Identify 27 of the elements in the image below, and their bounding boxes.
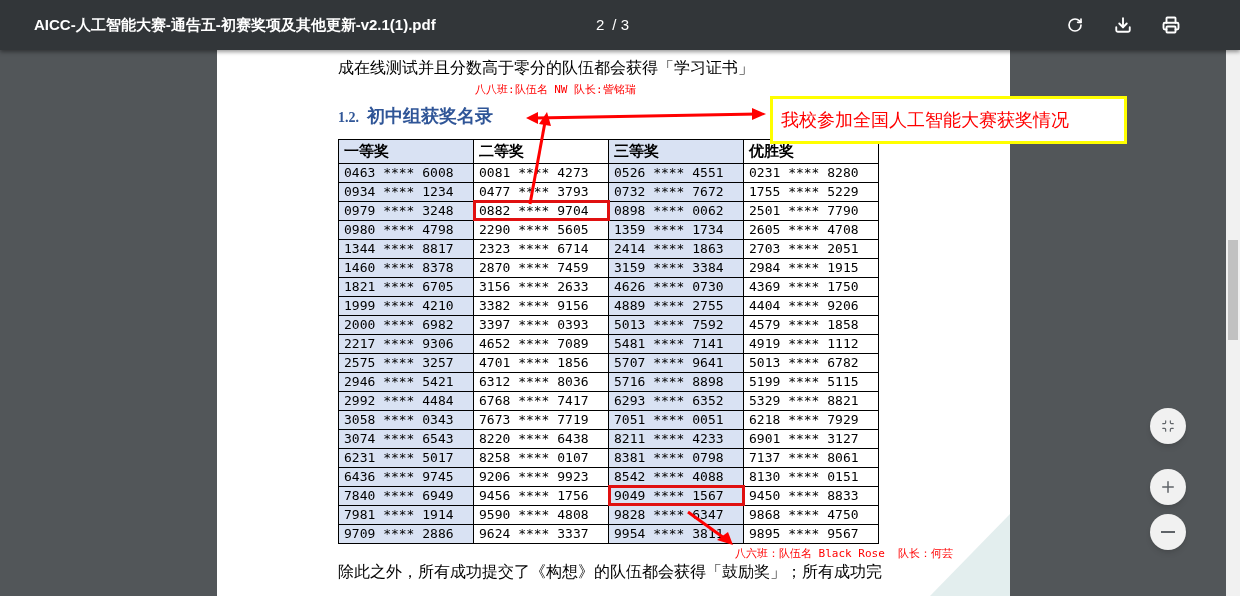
rotate-icon: [1067, 17, 1083, 33]
download-icon: [1114, 16, 1132, 34]
scrollbar-thumb[interactable]: [1228, 240, 1238, 340]
shrink-icon: [1161, 419, 1175, 433]
zoom-out-button[interactable]: [1150, 514, 1186, 550]
column-header: 一等奖: [338, 139, 474, 163]
page-total: / 3: [612, 14, 630, 35]
team-note: 八六班：队伍名 Black Rose 队长：何芸: [735, 546, 954, 562]
plus-icon: [1159, 478, 1177, 496]
column-header: 二等奖: [473, 139, 609, 163]
section-title: 初中组获奖名录: [367, 105, 493, 128]
callout-text: 我校参加全国人工智能大赛获奖情况: [781, 108, 1069, 132]
print-button[interactable]: [1160, 14, 1182, 36]
table-cell: 9049 **** 1567: [608, 486, 744, 505]
minus-icon: [1161, 531, 1175, 533]
page-number[interactable]: 2: [594, 13, 607, 37]
print-icon: [1162, 16, 1180, 34]
intro-text: 成在线测试并且分数高于零分的队伍都会获得「学习证书」: [338, 58, 755, 78]
download-button[interactable]: [1112, 14, 1134, 36]
fit-page-button[interactable]: [1150, 408, 1186, 444]
zoom-in-button[interactable]: [1150, 469, 1186, 505]
section-number: 1.2.: [338, 109, 359, 127]
closing-text: 除此之外，所有成功提交了《构想》的队伍都会获得「鼓励奖」；所有成功完: [338, 561, 883, 582]
document-title: AICC-人工智能大赛-通告五-初赛奖项及其他更新-v2.1(1).pdf: [34, 14, 437, 35]
table-cell: 0882 **** 9704: [473, 201, 609, 220]
column-header: 三等奖: [608, 139, 744, 163]
team-note: 八八班:队伍名 NW 队长:訾铭瑞: [475, 82, 636, 98]
